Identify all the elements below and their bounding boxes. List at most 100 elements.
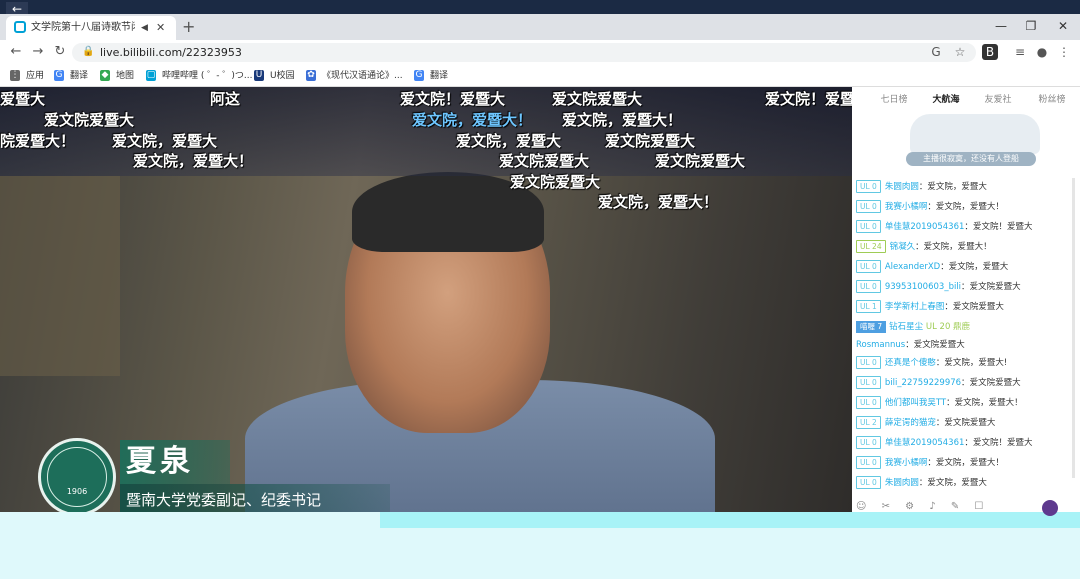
chat-list[interactable]: UL 0 朱圆肉圆：爱文院，爱暨大 UL 0 我赛小橘啊：爱文院，爱暨大！ UL 0… [856, 178, 1072, 490]
chat-user[interactable]: 单佳慧2019054361 [885, 438, 965, 448]
danmaku-comment: 爱文院，爱暨大 [456, 132, 562, 150]
chat-message: 爱文院！爱暨大 [972, 222, 1033, 232]
chat-user[interactable]: 93953100603_bili [885, 282, 961, 292]
url-text[interactable]: live.bilibili.com/22323953 [100, 43, 400, 62]
level-badge: UL 0 [856, 200, 881, 213]
user-avatar-icon[interactable] [1042, 500, 1058, 516]
tab-fan-club[interactable]: 友爱社 [974, 90, 1022, 110]
level-badge: UL 1 [856, 300, 881, 313]
level-badge: UL 0 [856, 280, 881, 293]
chat-message: 爱文院，爱暨大！ [935, 458, 1004, 468]
minimize-button[interactable]: — [988, 16, 1014, 36]
level-badge: UL 0 [856, 356, 881, 369]
chat-message: 爱文院，爱暨大 [927, 182, 987, 192]
tab-fan-rank[interactable]: 粉丝榜 [1028, 90, 1076, 110]
chat-user[interactable]: 还真是个傻憨 [885, 358, 936, 368]
chat-row: UL 0 单佳慧2019054361：爱文院！爱暨大 [856, 218, 1072, 236]
chat-message: 爱文院爱暨大 [944, 418, 996, 428]
level-badge: UL 0 [856, 180, 881, 193]
chat-message: UL 20 鼎鹿 [925, 322, 971, 332]
chat-row: UL 0 朱圆肉圆：爱文院，爱暨大 [856, 474, 1072, 492]
chat-toolbar-icons[interactable]: ☺ ✂ ⚙ ♪ ✎ ☐ [856, 500, 1056, 514]
chat-message: 爱文院，爱暨大! [944, 358, 1008, 368]
page-bottom-strip [380, 512, 1080, 528]
chat-user[interactable]: 锦凝久 [890, 242, 916, 252]
maps-icon: ◆ [100, 70, 110, 81]
chat-message: 爱文院，爱暨大！ [954, 398, 1023, 408]
back-button[interactable]: ← [6, 42, 26, 62]
forward-button[interactable]: → [28, 42, 48, 62]
level-badge: UL 0 [856, 376, 881, 389]
level-badge: UL 0 [856, 476, 881, 489]
chat-row: UL 0 朱圆肉圆：爱文院，爱暨大 [856, 178, 1072, 196]
chat-user[interactable]: 单佳慧2019054361 [885, 222, 965, 232]
bookmark-translate-2[interactable]: 翻译 [430, 67, 448, 85]
chat-row: UL 0 还真是个傻憨：爱文院，爱暨大! [856, 354, 1072, 372]
chat-user[interactable]: 朱圆肉圆 [885, 182, 919, 192]
tab-guard[interactable]: 大航海 [922, 90, 970, 110]
tab-close-icon[interactable]: ✕ [156, 18, 170, 38]
chat-user[interactable]: 他们都叫我吴TT [885, 398, 946, 408]
bookmark-textbook[interactable]: 《现代汉语通论》... [322, 67, 403, 85]
level-badge: UL 0 [856, 220, 881, 233]
danmaku-comment: 爱文院爱暨大 [552, 90, 643, 108]
logo-year: 1906 [66, 487, 88, 496]
empty-state-illustration [910, 114, 1040, 154]
danmaku-comment: 院爱暨大！ [0, 132, 76, 150]
danmaku-comment: 爱文院，爱暨大！ [562, 111, 683, 129]
chat-message: 爱文院爱暨大 [913, 340, 965, 350]
lock-icon[interactable]: 🔒 [82, 45, 94, 59]
u-campus-icon: U [254, 70, 264, 81]
medal-badge: 喵喔 7 [856, 320, 887, 333]
chat-row: UL 0 单佳慧2019054361：爱文院！爱暨大 [856, 434, 1072, 452]
reload-button[interactable]: ↻ [50, 42, 70, 62]
chat-row: UL 0 bili_22759229976：爱文院爱暨大 [856, 374, 1072, 392]
chat-user[interactable]: 我赛小橘啊 [885, 458, 928, 468]
level-badge: UL 0 [856, 260, 881, 273]
danmaku-comment: 爱文院，爱暨大！ [412, 111, 533, 129]
top-strip [0, 0, 1080, 14]
bookmark-u-campus[interactable]: U校园 [270, 67, 295, 85]
background-shelf [0, 176, 120, 376]
restore-button[interactable]: ❐ [1018, 16, 1044, 36]
chat-scrollbar[interactable] [1072, 178, 1075, 478]
empty-state-caption: 主播很寂寞，还没有人登船 [906, 152, 1036, 166]
level-badge: UL 0 [856, 396, 881, 409]
tab-seven-day-rank[interactable]: 七日榜 [870, 90, 918, 110]
chat-user[interactable]: 李学新村上春图 [885, 302, 945, 312]
bookmark-maps[interactable]: 地图 [116, 67, 134, 85]
speaker-icon[interactable]: ◀ [141, 18, 151, 38]
apps-icon: ⋮ [10, 70, 20, 81]
menu-icon[interactable]: ⋮ [1056, 44, 1072, 60]
level-badge: UL 0 [856, 436, 881, 449]
chat-user[interactable]: Rosmannus [856, 340, 905, 350]
chat-user[interactable]: 钻石星尘 [889, 322, 923, 332]
logo-ring [47, 447, 107, 507]
bookmark-translate[interactable]: 翻译 [70, 67, 88, 85]
media-queue-icon[interactable]: ≡ [1012, 44, 1028, 60]
profile-icon[interactable]: ● [1034, 44, 1050, 60]
translate-icon[interactable]: G [928, 44, 944, 60]
chat-user[interactable]: 薛定谔的猫宠 [885, 418, 936, 428]
translate-icon: G [54, 70, 64, 81]
chat-message: 爱文院爱暨大 [952, 302, 1004, 312]
chat-user[interactable]: 朱圆肉圆 [885, 478, 919, 488]
star-icon[interactable]: ☆ [952, 44, 968, 60]
chat-user[interactable]: bili_22759229976 [885, 378, 961, 388]
extension-icon[interactable]: B [982, 44, 998, 60]
bilibili-icon: ▢ [146, 70, 156, 81]
chat-row: UL 1 李学新村上春图：爱文院爱暨大 [856, 298, 1072, 316]
bookmark-apps[interactable]: 应用 [26, 67, 44, 85]
danmaku-comment: 阿这 [210, 90, 241, 108]
paw-icon: ✿ [306, 70, 316, 81]
bookmark-bilibili[interactable]: 哔哩哔哩 ( ゜- ゜)つ... [162, 67, 252, 85]
level-badge: UL 2 [856, 416, 881, 429]
chat-user[interactable]: 我赛小橘啊 [885, 202, 928, 212]
danmaku-comment: 爱文院爱暨大 [44, 111, 135, 129]
danmaku-comment: 爱文院，爱暨大！ [598, 193, 719, 211]
chat-user[interactable]: AlexanderXD [885, 262, 940, 272]
danmaku-comment: 爱文院爱暨大 [510, 173, 601, 191]
danmaku-comment: 爱文院，爱暨大！ [133, 152, 254, 170]
new-tab-button[interactable]: + [182, 17, 198, 37]
close-window-button[interactable]: ✕ [1050, 16, 1076, 36]
